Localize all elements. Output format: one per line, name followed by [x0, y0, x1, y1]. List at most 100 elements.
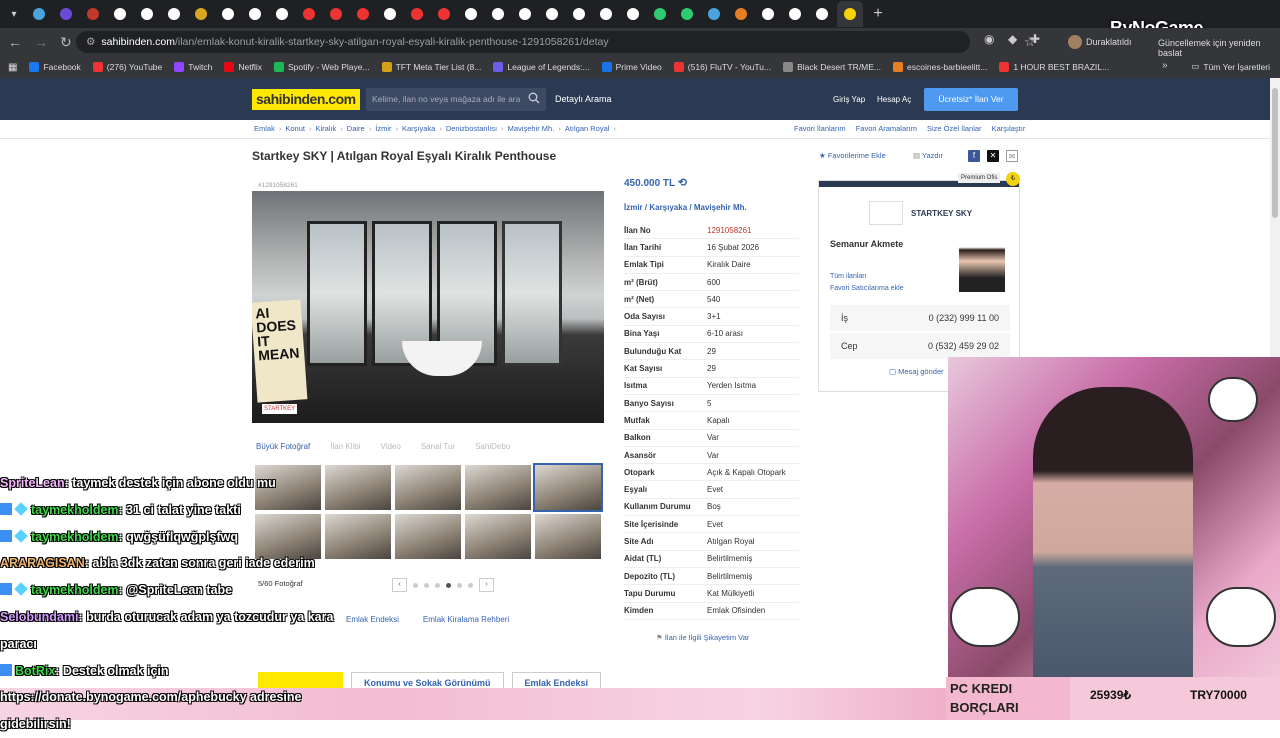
media-button[interactable]: SahiDebo — [475, 442, 510, 451]
price-history-icon[interactable]: ⟲ — [678, 177, 687, 189]
forward-icon[interactable]: → — [34, 34, 48, 50]
tab-search-button[interactable]: ▾ — [4, 4, 24, 24]
media-button[interactable]: Sanal Tur — [421, 442, 455, 451]
bookmark-item[interactable]: Twitch — [174, 62, 212, 72]
media-button[interactable]: Video — [381, 442, 401, 451]
tab[interactable] — [109, 3, 131, 25]
page-dot[interactable] — [424, 582, 429, 588]
email-share-icon[interactable]: ✉ — [1006, 150, 1018, 162]
facebook-share-icon[interactable]: f — [968, 150, 980, 162]
main-photo[interactable]: AI DOES IT MEAN STARTKEY — [252, 191, 604, 423]
tab[interactable] — [676, 3, 698, 25]
breadcrumb-item[interactable]: Karşıyaka — [402, 124, 435, 133]
tab[interactable] — [649, 3, 671, 25]
thumbnail[interactable] — [395, 465, 461, 510]
breadcrumb-item[interactable]: Daire — [347, 124, 365, 133]
extension-icon[interactable]: ◆ — [1008, 32, 1017, 46]
url-field[interactable]: ⚙ sahibinden.com/ilan/emlak-konut-kirali… — [76, 31, 1036, 53]
bookmark-item[interactable]: Netflix — [224, 62, 262, 72]
bookmark-item[interactable]: escoines-barbieelitt... — [893, 62, 987, 72]
x-share-icon[interactable]: ✕ — [987, 150, 999, 162]
tab[interactable] — [325, 3, 347, 25]
page-dot-active[interactable] — [446, 582, 451, 588]
tab[interactable] — [271, 3, 293, 25]
tab[interactable] — [136, 3, 158, 25]
tab[interactable] — [82, 3, 104, 25]
bookmark-item[interactable]: TFT Meta Tier List (8... — [381, 62, 481, 72]
breadcrumb-item[interactable]: Konut — [285, 124, 305, 133]
post-ad-button[interactable]: Ücretsiz* İlan Ver — [924, 88, 1018, 111]
site-logo[interactable]: sahibinden.com — [252, 89, 360, 110]
tab[interactable] — [784, 3, 806, 25]
page-dot[interactable] — [468, 582, 473, 588]
search-icon[interactable] — [528, 92, 540, 104]
tab[interactable] — [244, 3, 266, 25]
favorite-seller-link[interactable]: Favori Satıcılarıma ekle — [830, 283, 904, 295]
tab[interactable] — [190, 3, 212, 25]
extensions-puzzle-icon[interactable]: ✚ — [1030, 32, 1040, 46]
tab[interactable] — [622, 3, 644, 25]
tab[interactable] — [217, 3, 239, 25]
tab[interactable] — [298, 3, 320, 25]
tab[interactable] — [703, 3, 725, 25]
user-link[interactable]: Size Özel İlanlar — [927, 124, 982, 133]
breadcrumb-item[interactable]: İzmir — [375, 124, 391, 133]
bookmark-item[interactable]: Facebook — [29, 62, 81, 72]
tab[interactable] — [541, 3, 563, 25]
breadcrumb-item[interactable]: Mavişehir Mh. — [508, 124, 555, 133]
tab[interactable] — [433, 3, 455, 25]
page-dot[interactable] — [413, 582, 418, 588]
scrollbar-thumb[interactable] — [1272, 88, 1278, 218]
breadcrumb-item[interactable]: Emlak — [254, 124, 275, 133]
tab[interactable] — [28, 3, 50, 25]
next-page-button[interactable]: › — [479, 578, 494, 592]
bookmark-item[interactable]: Spotify - Web Playe... — [273, 62, 370, 72]
breadcrumb-item[interactable]: Atılgan Royal — [565, 124, 610, 133]
tab[interactable] — [811, 3, 833, 25]
tab[interactable] — [352, 3, 374, 25]
tab[interactable] — [55, 3, 77, 25]
tab[interactable] — [757, 3, 779, 25]
extension-icon[interactable]: ◉ — [984, 32, 994, 46]
update-label[interactable]: Güncellemek için yeniden başlat — [1158, 38, 1280, 58]
tab[interactable] — [406, 3, 428, 25]
tab[interactable] — [514, 3, 536, 25]
location-link[interactable]: İzmir — [624, 203, 643, 212]
bookmark-item[interactable]: League of Legends:... — [493, 62, 590, 72]
new-tab-button[interactable]: + — [867, 5, 889, 23]
all-bookmarks[interactable]: ▭ Tüm Yer İşaretleri — [1191, 61, 1270, 72]
profile-paused-button[interactable]: Duraklatıldı — [1068, 32, 1132, 52]
reload-icon[interactable]: ↻ — [60, 34, 72, 51]
thumbnail[interactable] — [465, 465, 531, 510]
detailed-search-link[interactable]: Detaylı Arama — [555, 94, 612, 104]
location-link[interactable]: Mavişehir Mh. — [694, 203, 747, 212]
active-tab[interactable] — [837, 1, 863, 27]
add-favorite-link[interactable]: ★ Favorilerime Ekle — [819, 151, 886, 160]
user-link[interactable]: Favori Aramalarım — [856, 124, 917, 133]
bookmark-item[interactable]: Black Desert TR/ME... — [783, 62, 881, 72]
site-info-icon[interactable]: ⚙ — [86, 36, 95, 48]
apps-icon[interactable]: ▦ — [8, 62, 17, 73]
tab[interactable] — [595, 3, 617, 25]
register-link[interactable]: Hesap Aç — [877, 95, 911, 104]
bookmarks-overflow-icon[interactable]: » — [1162, 60, 1168, 71]
bookmark-item[interactable]: 1 HOUR BEST BRAZIL... — [999, 62, 1109, 72]
bookmark-item[interactable]: (276) YouTube — [92, 62, 162, 72]
breadcrumb-item[interactable]: Kiralık — [315, 124, 336, 133]
tab[interactable] — [163, 3, 185, 25]
tab[interactable] — [730, 3, 752, 25]
tab[interactable] — [379, 3, 401, 25]
thumbnail[interactable] — [535, 514, 601, 559]
user-link[interactable]: Karşılaştır — [992, 124, 1026, 133]
back-icon[interactable]: ← — [8, 34, 22, 50]
page-dot[interactable] — [457, 582, 462, 588]
location-link[interactable]: Karşıyaka — [649, 203, 687, 212]
media-button[interactable]: İlan Klibi — [330, 442, 360, 451]
search-input[interactable]: Kelime, ilan no veya mağaza adı ile ara — [366, 88, 546, 111]
tab[interactable] — [487, 3, 509, 25]
print-link[interactable]: ▤ Yazdır — [913, 151, 943, 160]
bookmark-item[interactable]: (516) FluTV - YouTu... — [673, 62, 771, 72]
media-button[interactable]: Büyük Fotoğraf — [256, 442, 310, 451]
store-link[interactable]: STARTKEY SKY — [869, 201, 972, 225]
bookmark-item[interactable]: Prime Video — [601, 62, 662, 72]
